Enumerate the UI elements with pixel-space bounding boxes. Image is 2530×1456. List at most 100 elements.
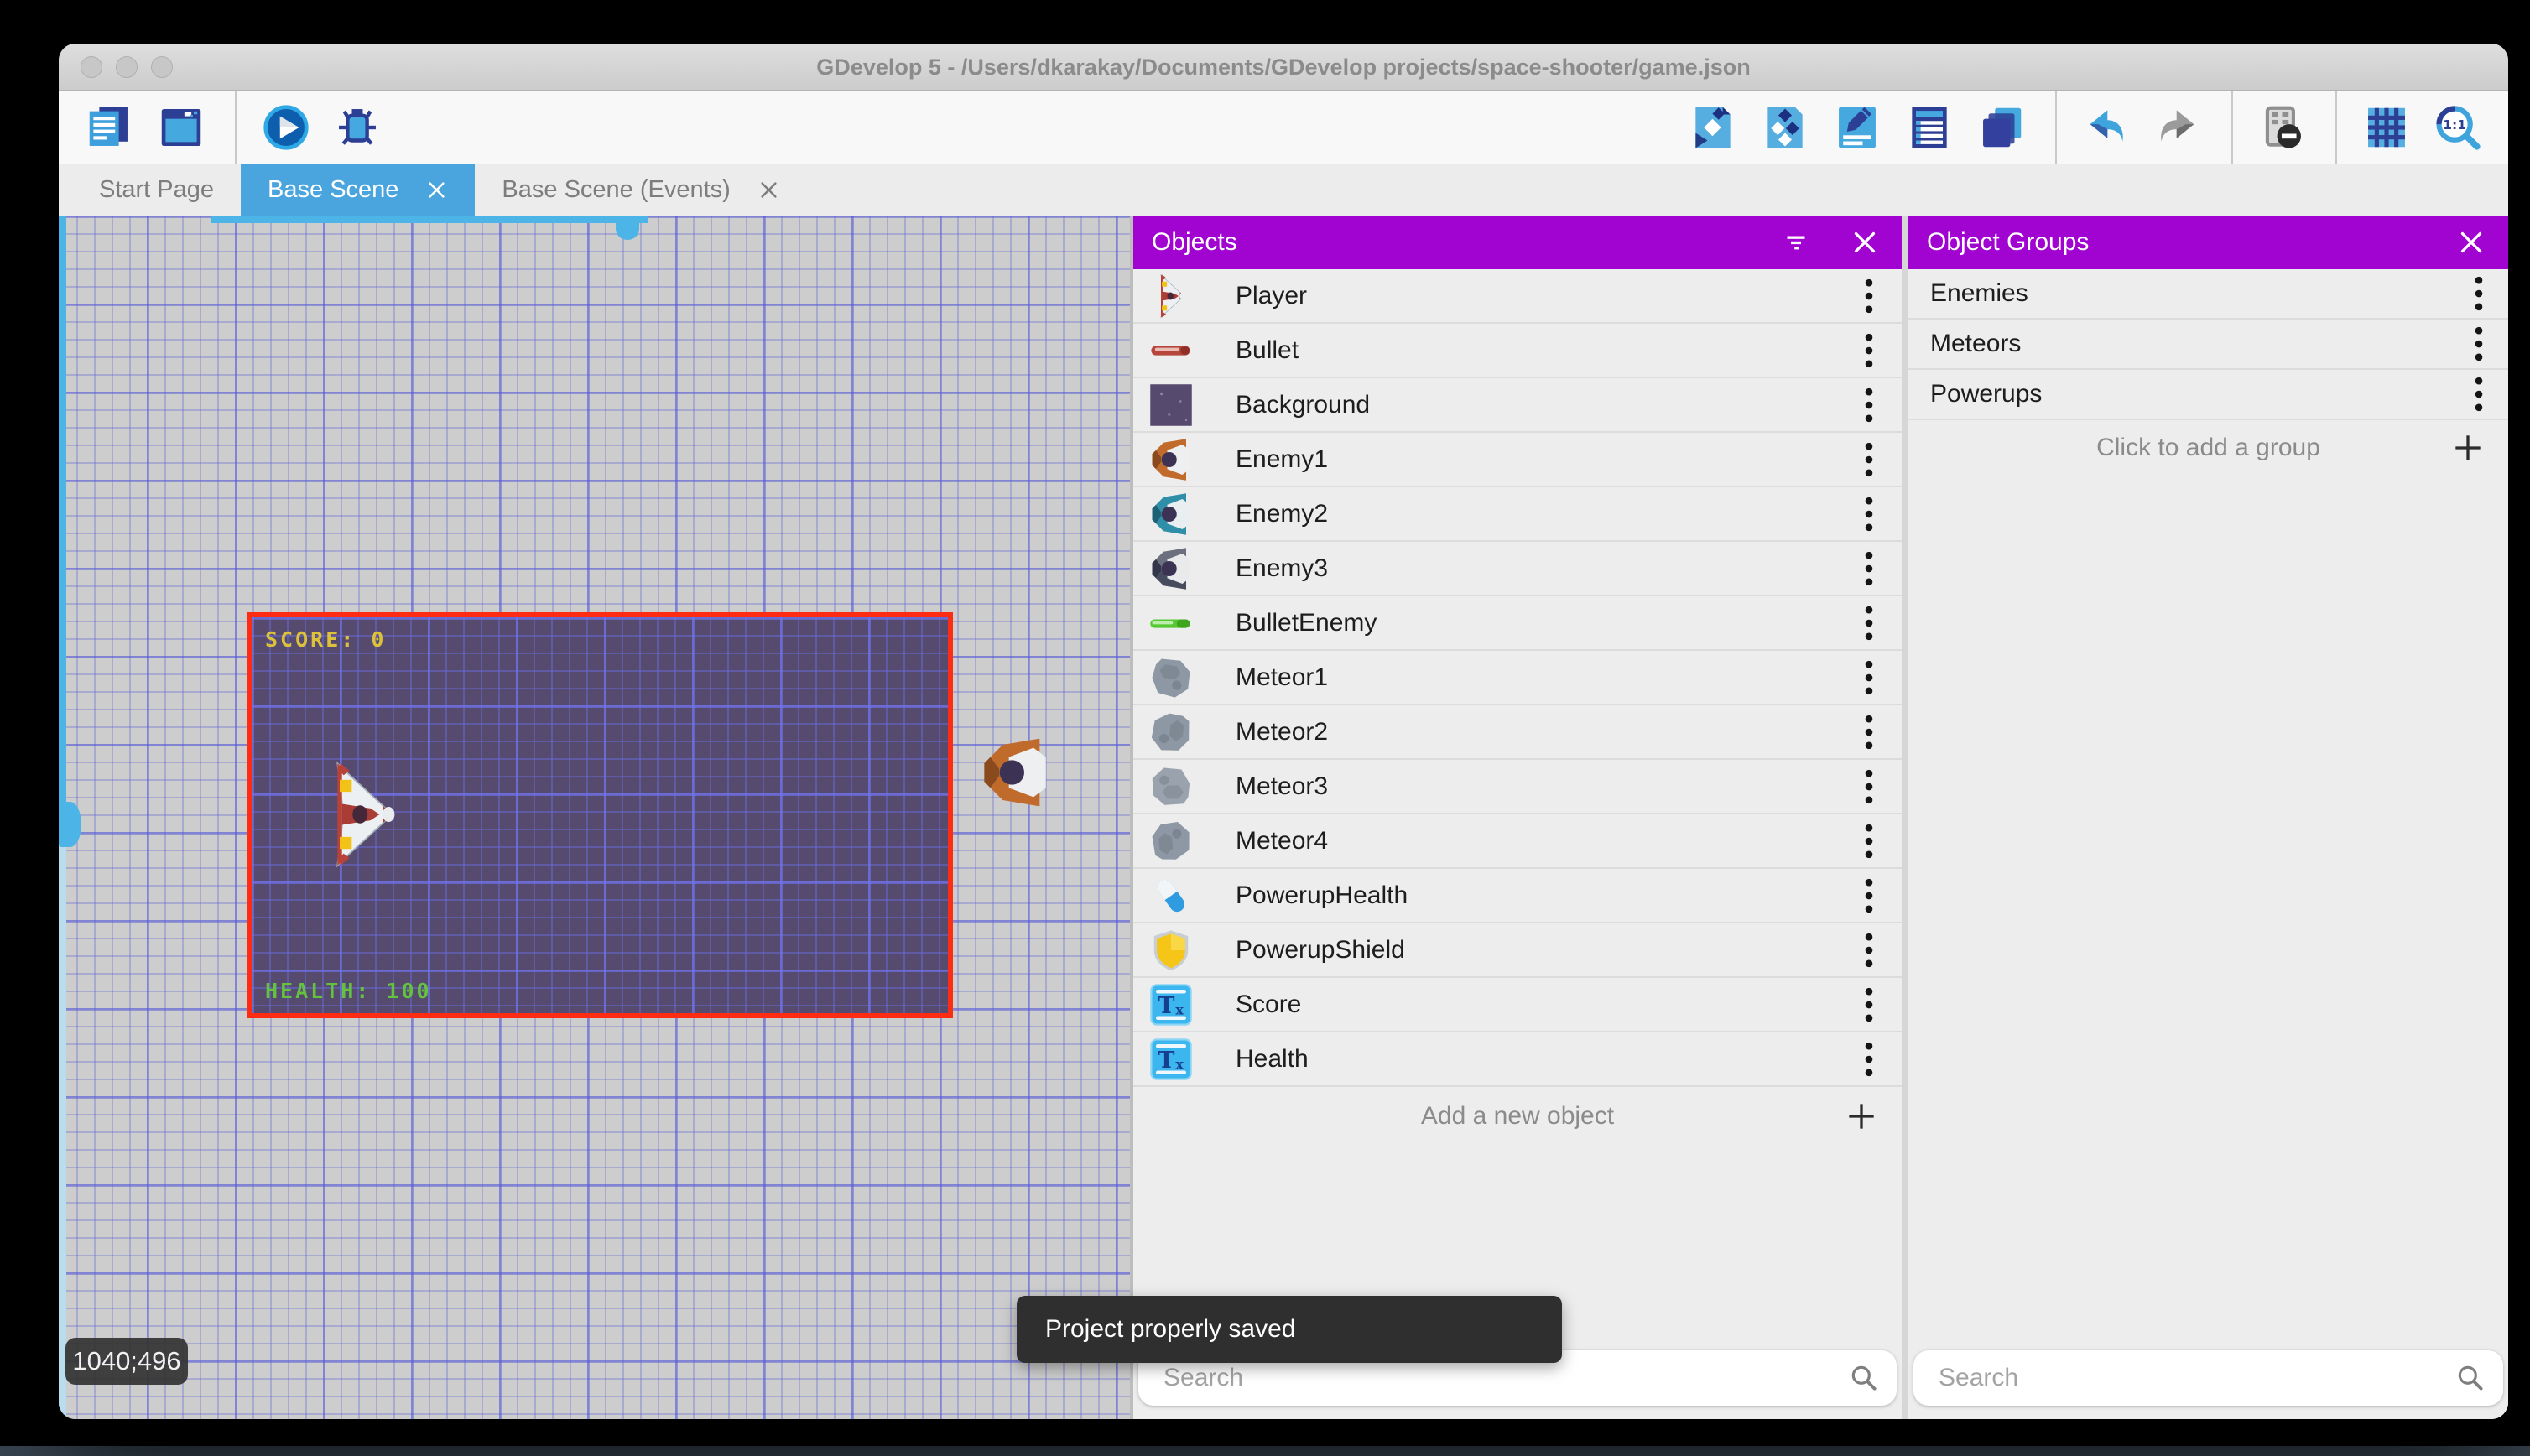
tab[interactable]: Start Page bbox=[72, 164, 241, 216]
group-row[interactable]: Meteors bbox=[1908, 320, 2508, 370]
object-label: Meteor2 bbox=[1236, 718, 1328, 746]
add-object-label: Add a new object bbox=[1421, 1102, 1614, 1131]
row-menu-icon[interactable] bbox=[1861, 277, 1877, 315]
group-row[interactable]: Powerups bbox=[1908, 370, 2508, 420]
row-menu-icon[interactable] bbox=[1861, 331, 1877, 370]
object-row[interactable]: PowerupShield bbox=[1133, 923, 1902, 978]
score-text-instance[interactable]: SCORE: 0 bbox=[265, 627, 386, 652]
row-menu-icon[interactable] bbox=[2471, 325, 2486, 363]
tab-label: Start Page bbox=[99, 176, 214, 204]
instances-list-button[interactable] bbox=[1899, 91, 1960, 164]
layers-button[interactable] bbox=[1971, 91, 2032, 164]
horizontal-scrollbar[interactable] bbox=[211, 216, 648, 223]
filter-icon[interactable] bbox=[1781, 227, 1811, 257]
object-row[interactable]: Player bbox=[1133, 269, 1902, 324]
row-menu-icon[interactable] bbox=[1861, 549, 1877, 588]
object-row[interactable]: Enemy1 bbox=[1133, 433, 1902, 487]
row-menu-icon[interactable] bbox=[2471, 274, 2486, 313]
text-object-icon: Tx bbox=[1148, 1037, 1194, 1082]
object-row[interactable]: Tx Health bbox=[1133, 1032, 1902, 1087]
toggle-object-groups-button[interactable] bbox=[1755, 91, 1815, 164]
object-row[interactable]: Tx Score bbox=[1133, 978, 1902, 1032]
close-tab-icon[interactable] bbox=[757, 179, 780, 201]
layers-icon bbox=[1976, 101, 2028, 153]
object-row[interactable]: Background bbox=[1133, 378, 1902, 433]
row-menu-icon[interactable] bbox=[1861, 495, 1877, 533]
row-menu-icon[interactable] bbox=[1861, 1040, 1877, 1079]
row-menu-icon[interactable] bbox=[1861, 604, 1877, 642]
vertical-scrollbar[interactable] bbox=[59, 216, 66, 837]
row-menu-icon[interactable] bbox=[1861, 767, 1877, 806]
toolbar-left-group bbox=[79, 91, 388, 164]
health-text-instance[interactable]: HEALTH: 100 bbox=[265, 979, 432, 1003]
row-menu-icon[interactable] bbox=[1861, 440, 1877, 479]
player-instance[interactable] bbox=[325, 757, 398, 872]
undo-icon bbox=[2080, 101, 2132, 153]
object-row[interactable]: BulletEnemy bbox=[1133, 596, 1902, 651]
add-object-icon[interactable] bbox=[1843, 1098, 1880, 1135]
objects-panel: Objects Player bbox=[1133, 216, 1902, 1419]
debug-button[interactable] bbox=[327, 91, 388, 164]
undo-button[interactable] bbox=[2055, 91, 2136, 164]
open-window-icon bbox=[155, 101, 207, 153]
svg-text:1:1: 1:1 bbox=[2443, 117, 2466, 133]
group-row[interactable]: Enemies bbox=[1908, 269, 2508, 320]
tab[interactable]: Base Scene (Events) bbox=[475, 164, 806, 216]
groups-search bbox=[1913, 1350, 2503, 1406]
tab-label: Base Scene bbox=[268, 176, 398, 204]
object-row[interactable]: PowerupHealth bbox=[1133, 869, 1902, 923]
object-row[interactable]: Meteor4 bbox=[1133, 814, 1902, 869]
group-label: Powerups bbox=[1930, 380, 2042, 408]
row-menu-icon[interactable] bbox=[1861, 931, 1877, 970]
row-menu-icon[interactable] bbox=[1861, 985, 1877, 1024]
groups-search-input[interactable] bbox=[1913, 1350, 2503, 1406]
add-object-row[interactable]: Add a new object bbox=[1133, 1087, 1902, 1146]
close-groups-panel-icon[interactable] bbox=[2456, 227, 2486, 257]
enemy-instance[interactable] bbox=[978, 734, 1052, 811]
row-menu-icon[interactable] bbox=[1861, 876, 1877, 915]
grid-icon bbox=[2361, 101, 2413, 153]
project-manager-button[interactable] bbox=[79, 91, 139, 164]
object-row[interactable]: Enemy3 bbox=[1133, 542, 1902, 596]
background-icon bbox=[1148, 382, 1194, 428]
window-title: GDevelop 5 - /Users/dkarakay/Documents/G… bbox=[59, 44, 2508, 91]
row-menu-icon[interactable] bbox=[1861, 713, 1877, 751]
add-group-icon[interactable] bbox=[2449, 429, 2486, 466]
horizontal-scrollbar-thumb[interactable] bbox=[616, 218, 639, 240]
row-menu-icon[interactable] bbox=[1861, 658, 1877, 697]
group-label: Enemies bbox=[1930, 279, 2028, 308]
object-row[interactable]: Meteor3 bbox=[1133, 760, 1902, 814]
vertical-scrollbar-thumb[interactable] bbox=[59, 802, 81, 847]
tab-label: Base Scene (Events) bbox=[502, 176, 730, 204]
toggle-objects-panel-button[interactable] bbox=[1683, 91, 1743, 164]
start-page-button[interactable] bbox=[151, 91, 211, 164]
object-row[interactable]: Meteor2 bbox=[1133, 705, 1902, 760]
add-group-label: Click to add a group bbox=[2096, 434, 2320, 462]
close-objects-panel-icon[interactable] bbox=[1850, 227, 1880, 257]
redo-button[interactable] bbox=[2147, 91, 2208, 164]
grid-button[interactable] bbox=[2335, 91, 2416, 164]
tab[interactable]: Base Scene bbox=[241, 164, 475, 216]
row-menu-icon[interactable] bbox=[1861, 822, 1877, 861]
close-tab-icon[interactable] bbox=[425, 179, 448, 201]
svg-text:x: x bbox=[1175, 1001, 1184, 1017]
gdevelop-window: GDevelop 5 - /Users/dkarakay/Documents/G… bbox=[59, 44, 2508, 1419]
scene-canvas[interactable]: SCORE: 0 HEALTH: 100 1040;496 bbox=[59, 216, 1130, 1419]
object-label: Health bbox=[1236, 1045, 1309, 1074]
render-options-button[interactable] bbox=[2231, 91, 2312, 164]
row-menu-icon[interactable] bbox=[2471, 375, 2486, 413]
row-menu-icon[interactable] bbox=[1861, 386, 1877, 424]
object-row[interactable]: Bullet bbox=[1133, 324, 1902, 378]
object-row[interactable]: Enemy2 bbox=[1133, 487, 1902, 542]
object-label: Meteor4 bbox=[1236, 827, 1328, 855]
powerup-health-icon bbox=[1148, 873, 1194, 918]
desktop-background: GDevelop 5 - /Users/dkarakay/Documents/G… bbox=[0, 0, 2530, 1456]
powerup-shield-icon bbox=[1148, 928, 1194, 973]
object-groups-icon bbox=[1759, 101, 1811, 153]
zoom-reset-button[interactable]: 1:1 bbox=[2428, 91, 2488, 164]
preview-button[interactable] bbox=[235, 91, 315, 164]
zoom-1-1-icon: 1:1 bbox=[2432, 101, 2484, 153]
object-row[interactable]: Meteor1 bbox=[1133, 651, 1902, 705]
properties-button[interactable] bbox=[1827, 91, 1887, 164]
add-group-row[interactable]: Click to add a group bbox=[1908, 420, 2508, 476]
